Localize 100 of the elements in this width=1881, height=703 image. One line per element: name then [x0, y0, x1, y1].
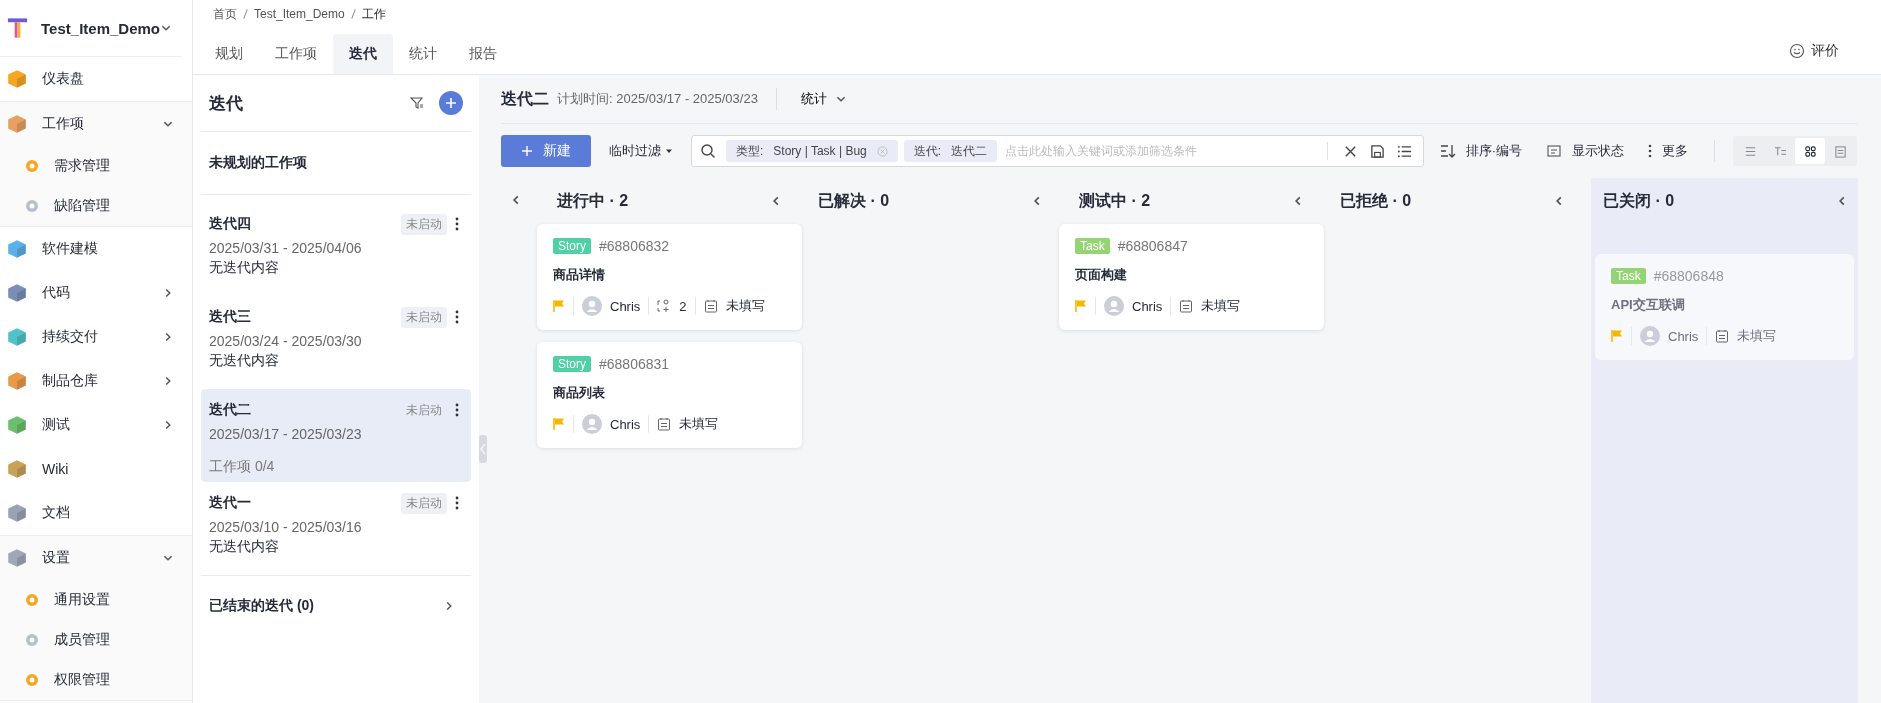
filter-chip[interactable]: 迭代: 迭代二: [903, 140, 998, 162]
due-date: 未填写: [679, 415, 719, 433]
gear-icon: [24, 198, 40, 214]
module-icon: [6, 68, 28, 90]
list-icon[interactable]: [1396, 143, 1412, 159]
flag-icon: [553, 299, 565, 313]
collapse-handle[interactable]: [479, 435, 487, 463]
nav-subitem[interactable]: 需求管理: [0, 146, 192, 186]
due-date: 未填写: [1201, 297, 1241, 315]
module-icon: [6, 238, 28, 260]
nav-item[interactable]: 软件建模: [0, 227, 192, 271]
iteration-item[interactable]: 迭代四 未启动 2025/03/31 - 2025/04/06 无迭代内容: [201, 203, 471, 296]
module-icon: [6, 282, 28, 304]
nav-item[interactable]: 持续交付: [0, 315, 192, 359]
nav-subitem[interactable]: 成员管理: [0, 620, 192, 660]
type-tag: Story: [553, 356, 591, 372]
quick-filter-dropdown[interactable]: 临时过滤: [599, 142, 683, 160]
tab[interactable]: 迭代: [333, 34, 393, 74]
nav-item[interactable]: Wiki: [0, 447, 192, 491]
nav-item[interactable]: 测试: [0, 403, 192, 447]
nav-subitem[interactable]: 权限管理: [0, 660, 192, 700]
nav-subitem[interactable]: 通用设置: [0, 580, 192, 620]
assignee-name: Chris: [610, 298, 641, 314]
column-title: 测试中 · 2: [1079, 190, 1151, 211]
view-toggle[interactable]: [1795, 138, 1825, 164]
subtask-icon: [657, 299, 672, 313]
smiley-icon: [1789, 43, 1805, 59]
add-button[interactable]: [439, 91, 463, 115]
feedback-button[interactable]: 评价: [1783, 33, 1845, 69]
filter-icon[interactable]: [409, 95, 425, 111]
plus-icon: [521, 145, 533, 157]
stats-dropdown[interactable]: 统计: [794, 89, 853, 109]
panel-title: 迭代: [209, 92, 244, 115]
module-icon: [6, 458, 28, 480]
due-date: 未填写: [1737, 327, 1777, 345]
work-item-card[interactable]: Task #68806848 API交互联调 Chris 未填写: [1595, 254, 1854, 360]
item-id: #68806832: [599, 238, 670, 254]
work-item-card[interactable]: Story #68806832 商品详情 Chris 2 未填写: [537, 224, 802, 330]
view-icon: [1833, 144, 1847, 158]
breadcrumb-item: 工作: [361, 5, 386, 23]
card-title: 页面构建: [1075, 266, 1128, 284]
new-button[interactable]: 新建: [501, 135, 591, 167]
nav-item[interactable]: 代码: [0, 271, 192, 315]
ended-iterations[interactable]: 已结束的迭代 (0): [201, 576, 471, 636]
module-icon: [6, 547, 28, 569]
gear-icon: [24, 158, 40, 174]
calendar-icon: [657, 417, 672, 431]
tab[interactable]: 统计: [393, 34, 453, 74]
unplanned-items[interactable]: 未规划的工作项: [201, 132, 471, 195]
nav-item[interactable]: 设置: [0, 536, 192, 580]
due-date: 未填写: [725, 297, 765, 315]
nav-item[interactable]: 工作项: [0, 102, 192, 146]
iteration-item[interactable]: 迭代一 未启动 2025/03/10 - 2025/03/16 无迭代内容: [201, 482, 471, 575]
nav-item[interactable]: 文档: [0, 491, 192, 535]
save-icon[interactable]: [1369, 143, 1385, 159]
sort-button[interactable]: 排序·编号: [1431, 142, 1530, 160]
nav-item[interactable]: 仪表盘: [0, 57, 192, 101]
assignee-name: Chris: [1668, 328, 1699, 344]
column-title: 已拒绝 · 0: [1340, 190, 1412, 211]
plus-icon: [445, 97, 457, 109]
tab[interactable]: 报告: [453, 34, 513, 74]
breadcrumb-item[interactable]: Test_Item_Demo: [254, 7, 345, 21]
flag-icon: [1611, 329, 1623, 343]
more-icon[interactable]: [455, 217, 459, 231]
module-icon: [6, 113, 28, 135]
breadcrumb-item[interactable]: 首页: [213, 5, 237, 23]
iteration-item[interactable]: 迭代三 未启动 2025/03/24 - 2025/03/30 无迭代内容: [201, 296, 471, 389]
card-title: 商品详情: [553, 266, 606, 284]
work-item-card[interactable]: Story #68806831 商品列表 Chris 未填写: [537, 342, 802, 448]
show-status-button[interactable]: 显示状态: [1538, 142, 1632, 160]
caret-icon: [665, 147, 673, 155]
more-icon[interactable]: [455, 403, 459, 417]
sort-icon: [1439, 143, 1456, 159]
avatar-icon: [1640, 326, 1660, 346]
type-tag: Task: [1611, 268, 1646, 284]
assignee-name: Chris: [1132, 298, 1163, 314]
item-id: #68806847: [1117, 238, 1188, 254]
iteration-item[interactable]: 迭代二 未启动 2025/03/17 - 2025/03/23 工作项 0/4: [201, 389, 471, 482]
gear-icon: [24, 592, 40, 608]
more-icon[interactable]: [455, 310, 459, 324]
plan-time: 计划时间: 2025/03/17 - 2025/03/23: [557, 90, 758, 108]
search-field[interactable]: 类型: Story | Task | Bug 迭代: 迭代二 点击此处输入关键词或添加筛选条件: [691, 135, 1424, 167]
ended-label: 已结束的迭代 (0): [209, 597, 314, 615]
calendar-icon: [1179, 299, 1194, 313]
more-icon[interactable]: [455, 496, 459, 510]
card-title: 商品列表: [553, 384, 606, 402]
nav-subitem[interactable]: 缺陷管理: [0, 186, 192, 226]
flag-icon: [1075, 299, 1087, 313]
project-name[interactable]: Test_Item_Demo: [41, 19, 160, 37]
view-icon: [1773, 144, 1787, 158]
tab[interactable]: 工作项: [259, 34, 333, 74]
tab[interactable]: 规划: [199, 34, 259, 74]
assignee-name: Chris: [610, 416, 641, 432]
module-icon: [6, 502, 28, 524]
work-item-card[interactable]: Task #68806847 页面构建 Chris 未填写: [1059, 224, 1324, 330]
calendar-icon: [1715, 329, 1730, 343]
more-button[interactable]: 更多: [1640, 142, 1696, 160]
filter-chip[interactable]: 类型: Story | Task | Bug: [726, 140, 898, 162]
column-title: 已关闭 · 0: [1603, 190, 1675, 211]
nav-item[interactable]: 制品仓库: [0, 359, 192, 403]
